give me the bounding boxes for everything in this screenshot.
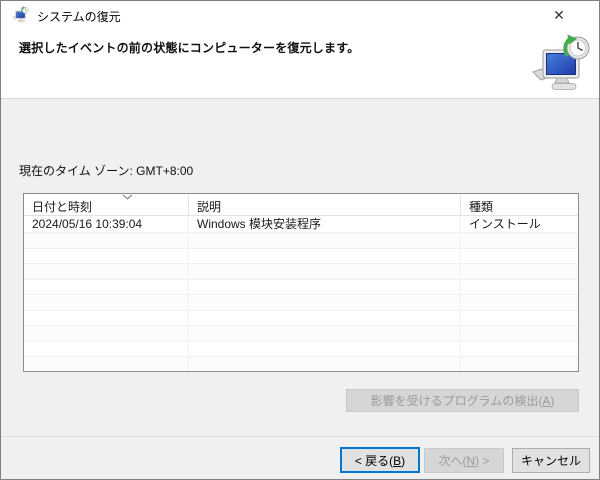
cancel-button[interactable]: キャンセル [512,448,590,473]
button-label: 次へ( [438,454,467,468]
table-row-empty[interactable] [24,248,578,264]
cell-empty [188,326,460,341]
table-header-row: 日付と時刻 説明 種類 [24,194,578,216]
button-mnemonic: N [466,454,476,468]
instruction-text: 選択したイベントの前の状態にコンピューターを復元します。 [19,41,360,55]
cell-empty [24,264,188,279]
cell-empty [188,248,460,263]
column-header-description[interactable]: 説明 [188,194,460,215]
table-row-empty[interactable] [24,279,578,295]
button-label: < 戻る( [354,453,394,468]
column-header-label: 日付と時刻 [32,200,93,214]
table-row[interactable]: 2024/05/16 10:39:04 Windows 模块安装程序 インストール [24,216,578,233]
cell-empty [460,233,578,248]
table-row-empty[interactable] [24,264,578,280]
cell-empty [24,233,188,248]
column-header-date-time[interactable]: 日付と時刻 [24,194,188,215]
table-row-empty[interactable] [24,295,578,311]
wizard-button-bar: < 戻る(B) 次へ(N) > キャンセル [1,436,599,479]
cell-empty [24,249,188,264]
button-label: ) > [475,454,490,468]
cell-empty [460,341,578,356]
cell-empty [188,357,460,371]
table-row-empty[interactable] [24,341,578,357]
cell-empty [460,357,578,371]
button-label: 影響を受けるプログラムの検出( [370,394,543,408]
cell-empty [188,295,460,310]
cell-empty [460,264,578,279]
cell-description: Windows 模块安装程序 [188,216,460,232]
table-row-empty[interactable] [24,310,578,326]
table-row-empty[interactable] [24,233,578,249]
scan-affected-programs-button[interactable]: 影響を受けるプログラムの検出(A) [346,389,579,412]
cell-empty [460,279,578,294]
cell-empty [460,310,578,325]
restore-points-table: 日付と時刻 説明 種類 2024/05/16 10:39:04 Windows 模… [23,193,579,372]
cell-empty [188,341,460,356]
cell-empty [188,310,460,325]
cell-empty [188,264,460,279]
cell-empty [24,280,188,295]
chevron-down-icon [122,194,133,200]
button-label: ) [550,394,555,408]
column-header-label: 説明 [197,200,222,214]
column-header-label: 種類 [469,200,494,214]
cell-datetime: 2024/05/16 10:39:04 [32,217,143,231]
cell-empty [24,342,188,357]
cell-empty [460,248,578,263]
cell-empty [460,295,578,310]
cell-type: インストール [460,216,578,232]
cell-empty [188,279,460,294]
cell-empty [24,295,188,310]
close-icon: ✕ [553,6,565,23]
cell-empty [460,326,578,341]
wizard-header: システムの復元 ✕ 選択したイベントの前の状態にコンピューターを復元します。 [1,1,599,99]
table-row-empty[interactable] [24,326,578,342]
next-button[interactable]: 次へ(N) > [424,448,504,473]
cell-empty [24,357,188,371]
button-label: キャンセル [520,454,581,468]
column-header-type[interactable]: 種類 [460,194,578,215]
table-row-empty[interactable] [24,357,578,371]
button-mnemonic: B [393,453,402,468]
button-label: ) [401,453,406,468]
timezone-label: 現在のタイム ゾーン: GMT+8:00 [19,164,194,178]
cell-empty [24,326,188,341]
window-title: システムの復元 [37,10,121,24]
titlebar: システムの復元 ✕ [1,1,599,29]
system-restore-window: システムの復元 ✕ 選択したイベントの前の状態にコンピューターを復元します。 現… [0,0,600,480]
restore-points-table-body: 2024/05/16 10:39:04 Windows 模块安装程序 インストール [24,216,578,371]
system-restore-app-icon [12,5,29,23]
computer-with-restore-clock-icon [531,31,591,95]
cell-empty [188,233,460,248]
back-button[interactable]: < 戻る(B) [340,447,420,473]
cell-empty [24,311,188,326]
close-button[interactable]: ✕ [543,3,575,27]
